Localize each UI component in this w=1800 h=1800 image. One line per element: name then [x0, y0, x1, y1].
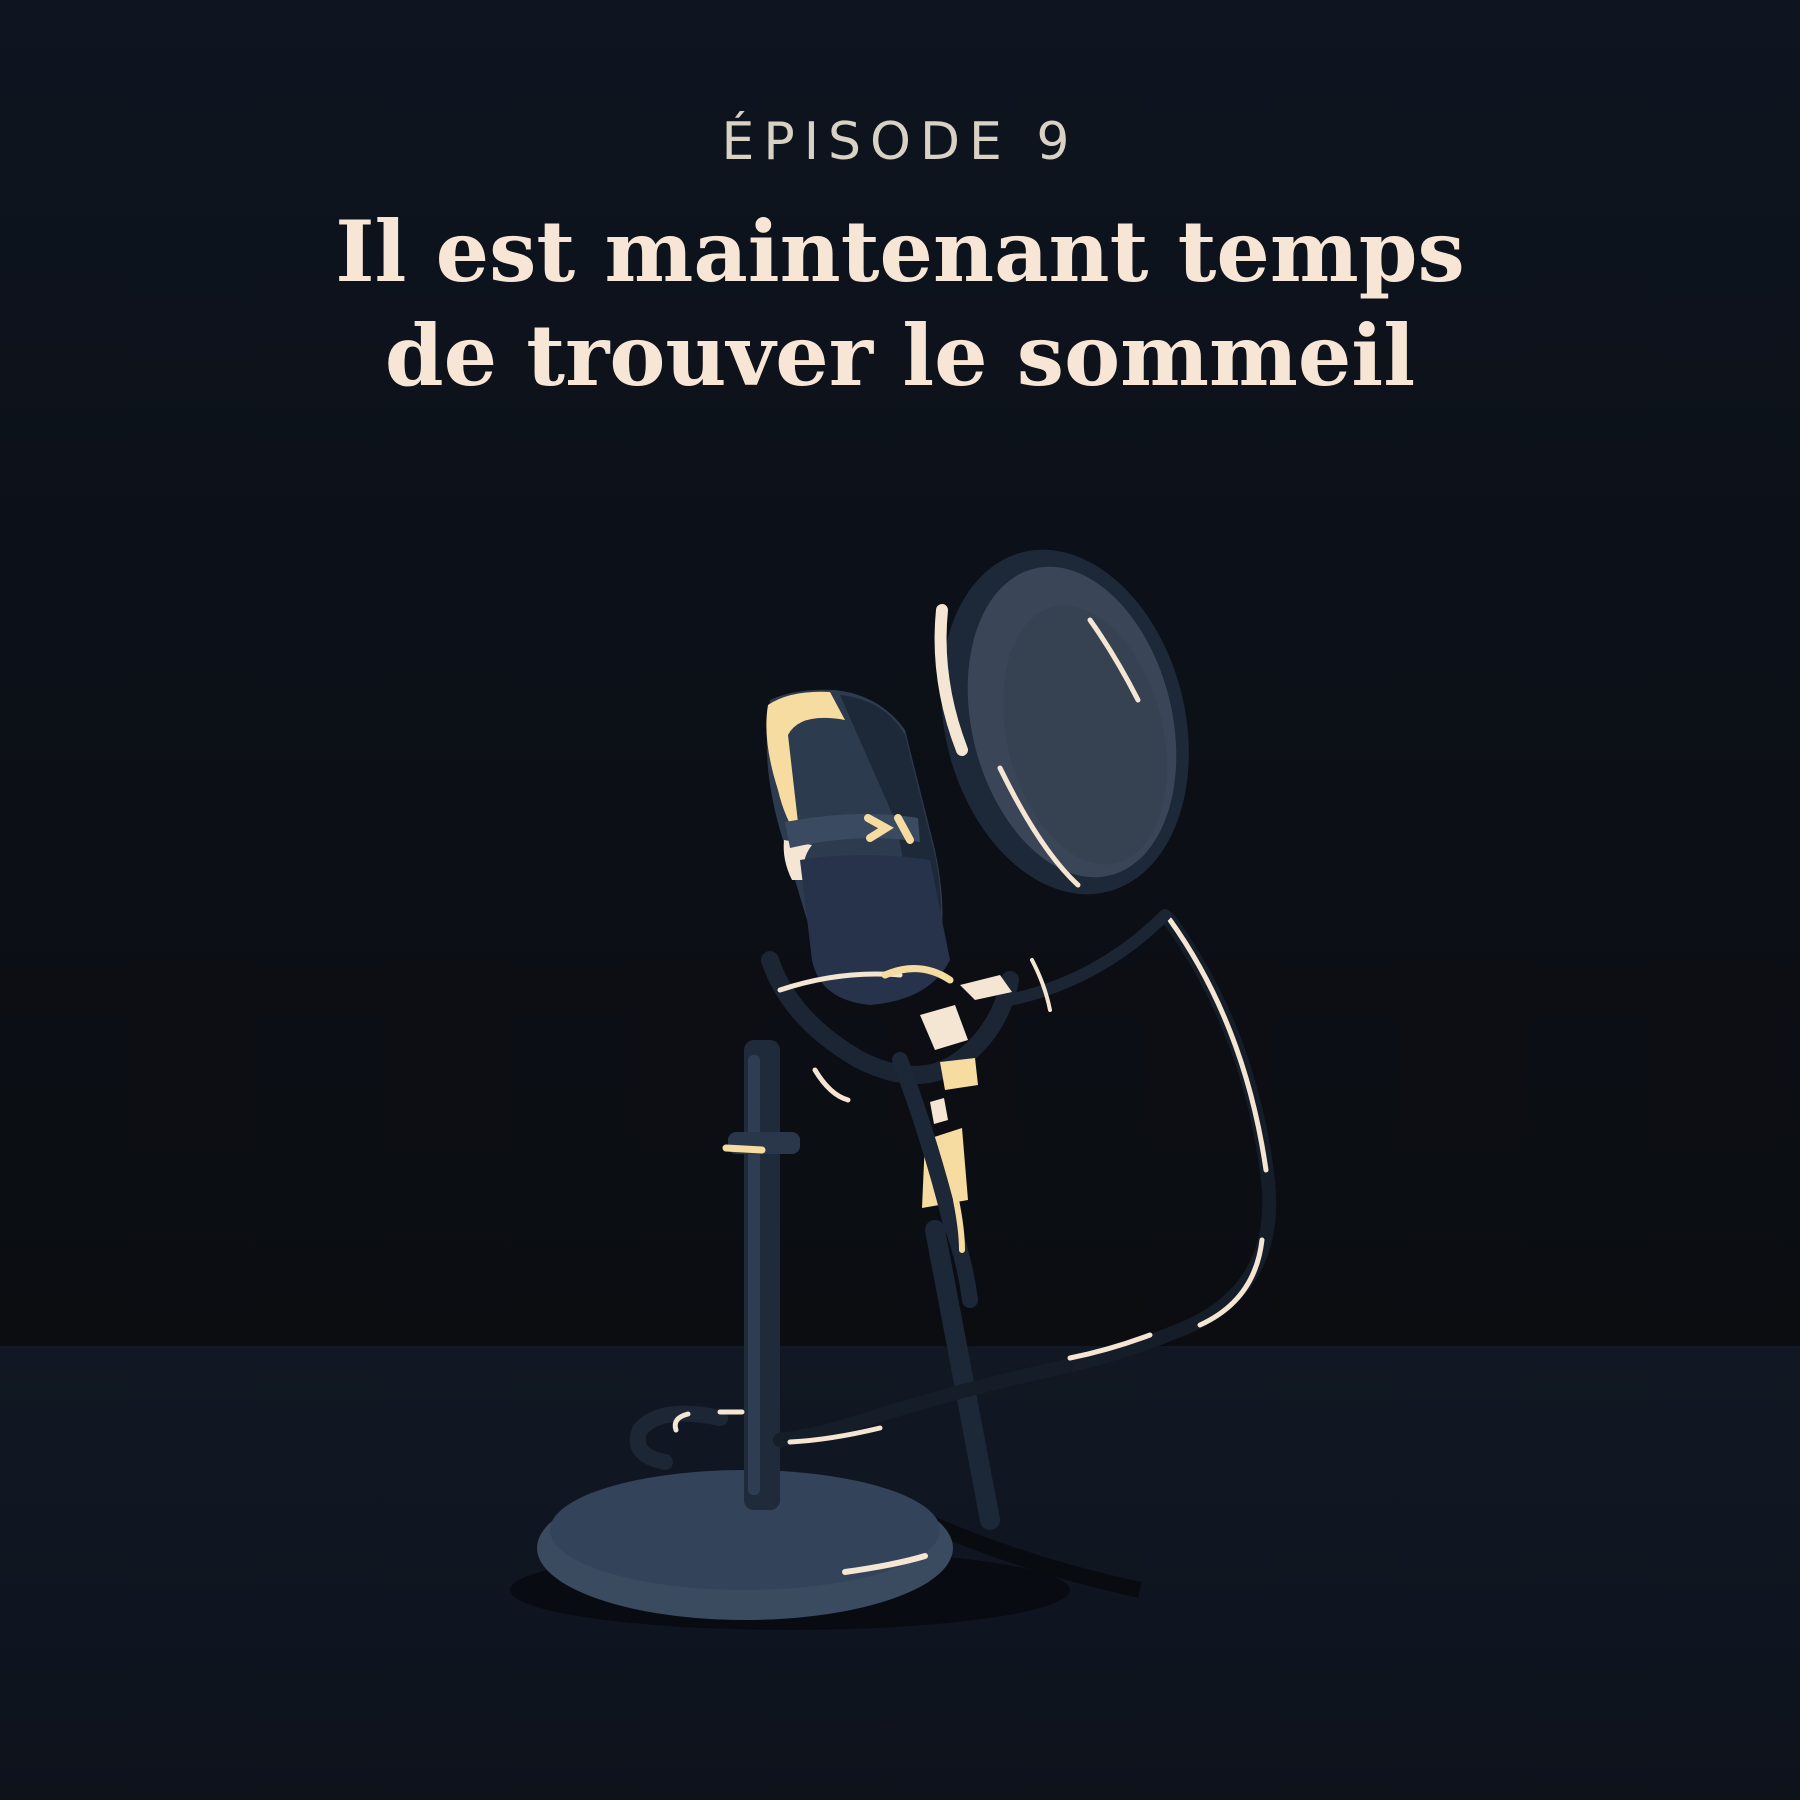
pop-filter-arm — [1004, 909, 1171, 1006]
microphone-icon — [510, 549, 1277, 1630]
mount-clip-5 — [930, 1098, 948, 1124]
mic-lower-body — [800, 855, 950, 1005]
shock-mount-band-3 — [812, 1067, 851, 1103]
mic-cable-highlight-1 — [1167, 917, 1269, 1173]
stand-pole-shine — [748, 1055, 760, 1495]
podcast-cover: ÉPISODE 9 Il est maintenant temps de tro… — [0, 0, 1800, 1800]
cable-loop-highlight — [672, 1411, 691, 1433]
mount-clip-1 — [920, 1005, 968, 1050]
stand-clamp-highlight — [722, 1144, 766, 1154]
mount-clip-2 — [940, 1058, 978, 1090]
